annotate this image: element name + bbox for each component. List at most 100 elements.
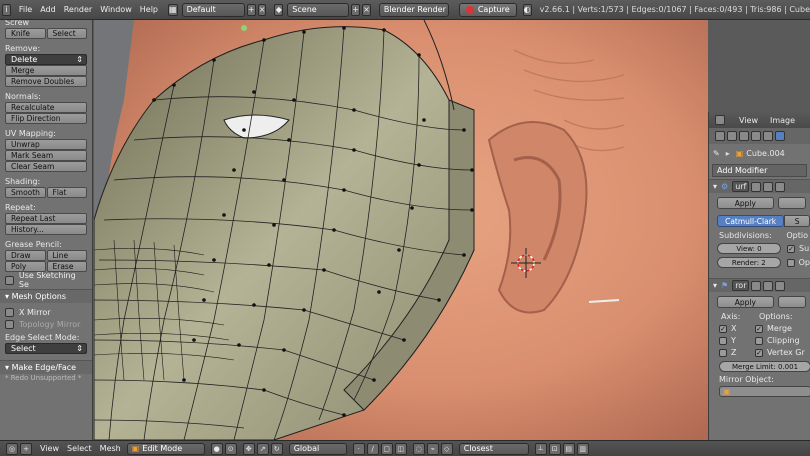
edge-select-icon[interactable]: / — [366, 442, 379, 455]
delete-menu-button[interactable]: Delete ⇕ — [5, 54, 87, 65]
recalculate-button[interactable]: Recalculate — [5, 102, 87, 113]
unwrap-button[interactable]: Unwrap — [5, 139, 87, 150]
gp-draw-button[interactable]: Draw — [5, 250, 46, 261]
snap-toggle-icon[interactable]: ⌁ — [426, 442, 439, 455]
repeat-last-button[interactable]: Repeat Last — [5, 213, 87, 224]
subdivide-uvs-checkbox[interactable]: ✓ — [787, 244, 795, 253]
simple-button[interactable]: S — [784, 215, 810, 227]
limit-selection-icon[interactable]: ◫ — [394, 442, 407, 455]
edge-select-mode-dropdown[interactable]: Select ⇕ — [5, 343, 87, 354]
menu-mesh[interactable]: Mesh — [100, 444, 121, 453]
proportional-edit-icon[interactable]: ◌ — [412, 442, 425, 455]
knife-button[interactable]: Knife — [5, 28, 46, 39]
viewport-shading-icon[interactable]: ● — [210, 442, 223, 455]
clear-seam-button[interactable]: Clear Seam — [5, 161, 87, 172]
opengl-render-icon[interactable]: ▤ — [562, 442, 575, 455]
mesh-options-panel-header[interactable]: ▾ Mesh Options — [0, 289, 92, 303]
modifier-tab-icon[interactable] — [775, 131, 785, 141]
transform-orientation-select[interactable]: Global — [288, 442, 347, 455]
view-levels-field[interactable]: View: 0 — [717, 243, 781, 254]
vertex-groups-checkbox[interactable]: ✓ — [755, 348, 763, 357]
mode-select[interactable]: ▣ Edit Mode — [126, 442, 205, 455]
render-toggle-icon[interactable] — [763, 280, 774, 291]
axis-z-checkbox[interactable] — [719, 348, 727, 357]
topology-mirror-checkbox[interactable]: Topology Mirror — [5, 318, 87, 330]
flip-direction-button[interactable]: Flip Direction — [5, 113, 87, 124]
add-modifier-button[interactable]: Add Modifier — [712, 164, 807, 177]
render-tab-icon[interactable] — [715, 131, 725, 141]
realtime-icon[interactable] — [751, 280, 762, 291]
viewport-canvas[interactable] — [94, 20, 708, 440]
menu-help[interactable]: Help — [140, 5, 158, 14]
3d-viewport[interactable] — [94, 20, 708, 440]
remove-scene-button[interactable]: × — [362, 3, 371, 16]
editor-type-icon[interactable] — [715, 115, 725, 125]
add-scene-button[interactable]: + — [351, 3, 361, 16]
snap-element-icon[interactable]: ◇ — [440, 442, 453, 455]
rotate-icon[interactable]: ↻ — [270, 442, 283, 455]
apply-button[interactable]: Apply — [717, 296, 774, 308]
snap-project-icon[interactable]: ⊡ — [548, 442, 561, 455]
snap-align-icon[interactable]: ⟂ — [534, 442, 547, 455]
menu-window[interactable]: Window — [100, 5, 132, 14]
x-mirror-checkbox[interactable]: X Mirror — [5, 306, 87, 318]
optimal-display-checkbox[interactable] — [786, 258, 795, 267]
render-levels-field[interactable]: Render: 2 — [717, 257, 781, 268]
image-menu[interactable]: Image — [770, 116, 795, 125]
history-button[interactable]: History... — [5, 224, 87, 235]
clipping-checkbox[interactable] — [755, 336, 763, 345]
vertex-select-icon[interactable]: · — [352, 442, 365, 455]
merge-limit-field[interactable]: Merge Limit: 0.001 — [719, 361, 810, 372]
editmode-icon[interactable] — [775, 280, 786, 291]
add-layout-button[interactable]: + — [246, 3, 256, 16]
menu-view[interactable]: View — [40, 444, 59, 453]
flat-button[interactable]: Flat — [46, 187, 87, 198]
smooth-button[interactable]: Smooth — [5, 187, 46, 198]
realtime-icon[interactable] — [751, 181, 762, 192]
gp-line-button[interactable]: Line — [46, 250, 87, 261]
pin-icon[interactable]: ✎ — [713, 149, 720, 158]
apply-button[interactable]: Apply — [717, 197, 774, 209]
object-tab-icon[interactable] — [751, 131, 761, 141]
subsurf-modifier-header[interactable]: ▾ ⚙ urf — [709, 179, 810, 193]
scene-icon[interactable]: ◆ — [274, 3, 284, 16]
menu-select[interactable]: Select — [67, 444, 92, 453]
menu-file[interactable]: File — [19, 5, 32, 14]
remove-layout-button[interactable]: × — [257, 3, 267, 16]
translate-icon[interactable]: ↗ — [256, 442, 269, 455]
make-edge-face-panel-header[interactable]: ▾ Make Edge/Face — [0, 360, 92, 374]
render-engine-select[interactable]: Blender Render — [378, 2, 449, 17]
editor-type-icon[interactable]: i — [2, 3, 11, 16]
collapse-menus-icon[interactable]: + — [20, 442, 32, 455]
catmull-clark-button[interactable]: Catmull-Clark — [717, 215, 785, 227]
view-menu[interactable]: View — [739, 116, 758, 125]
mirror-modifier-header[interactable]: ▾ ⚑ ror — [709, 278, 810, 292]
remove-doubles-button[interactable]: Remove Doubles — [5, 76, 87, 87]
merge-button[interactable]: Merge — [5, 65, 87, 76]
axis-x-checkbox[interactable]: ✓ — [719, 324, 727, 333]
mark-seam-button[interactable]: Mark Seam — [5, 150, 87, 161]
world-tab-icon[interactable] — [739, 131, 749, 141]
copy-button[interactable] — [777, 197, 806, 209]
menu-add[interactable]: Add — [40, 5, 56, 14]
face-select-icon[interactable]: ▢ — [380, 442, 393, 455]
scene-select[interactable]: Scene — [287, 2, 350, 17]
selected-vertex[interactable] — [241, 25, 247, 31]
mirror-object-field[interactable]: ▣ — [719, 386, 810, 397]
copy-button[interactable] — [777, 296, 806, 308]
scene-tab-icon[interactable] — [727, 131, 737, 141]
use-sketching-checkbox[interactable]: Use Sketching Se — [5, 271, 87, 289]
manipulator-icon[interactable]: ✥ — [242, 442, 255, 455]
menu-render[interactable]: Render — [64, 5, 92, 14]
editmode-icon[interactable] — [775, 181, 786, 192]
screen-layout-icon[interactable]: ▦ — [168, 3, 178, 16]
merge-checkbox[interactable]: ✓ — [755, 324, 763, 333]
snap-target-select[interactable]: Closest — [458, 442, 529, 455]
knife-select-button[interactable]: Select — [46, 28, 87, 39]
pivot-point-icon[interactable]: ⊙ — [224, 442, 237, 455]
modifier-name-field[interactable]: urf — [732, 181, 750, 192]
screen-layout-select[interactable]: Default — [181, 2, 245, 17]
render-toggle-icon[interactable] — [763, 181, 774, 192]
modifier-name-field[interactable]: ror — [732, 280, 750, 291]
constraint-tab-icon[interactable] — [763, 131, 773, 141]
